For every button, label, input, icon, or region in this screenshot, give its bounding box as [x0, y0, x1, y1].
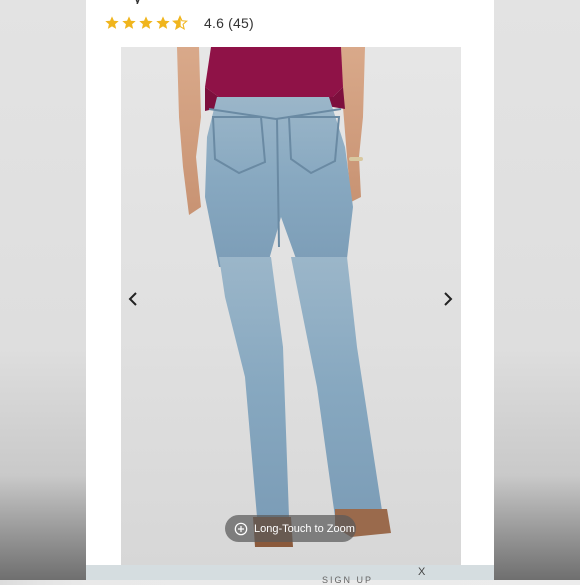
previous-image-button[interactable] [125, 290, 141, 308]
star-icon [122, 16, 136, 29]
background-right [494, 0, 580, 580]
rating-summary: 4.6 (45) [204, 15, 254, 31]
zoom-hint-label: Long-Touch to Zoom [254, 522, 355, 535]
chevron-left-icon [128, 292, 137, 306]
close-banner-button[interactable]: X [418, 566, 425, 578]
star-icon [156, 16, 170, 29]
rating-value: 4.6 [204, 15, 225, 31]
star-icon [139, 16, 153, 29]
chevron-right-icon [444, 292, 453, 306]
rating-row[interactable]: 4.6 (45) [104, 12, 254, 34]
zoom-in-icon [234, 522, 248, 535]
promo-banner [86, 565, 494, 580]
next-image-button[interactable] [440, 290, 456, 308]
review-count: (45) [228, 15, 254, 31]
promo-banner-text: SIGN UP [322, 575, 374, 585]
background-left [0, 0, 86, 580]
product-title-fragment: y [133, 0, 167, 4]
half-star-icon [172, 15, 188, 31]
zoom-hint: Long-Touch to Zoom [225, 515, 356, 542]
jeans-photo-illustration [177, 47, 391, 547]
star-icon [105, 16, 119, 29]
product-image[interactable] [121, 47, 461, 565]
rating-stars [104, 15, 188, 31]
